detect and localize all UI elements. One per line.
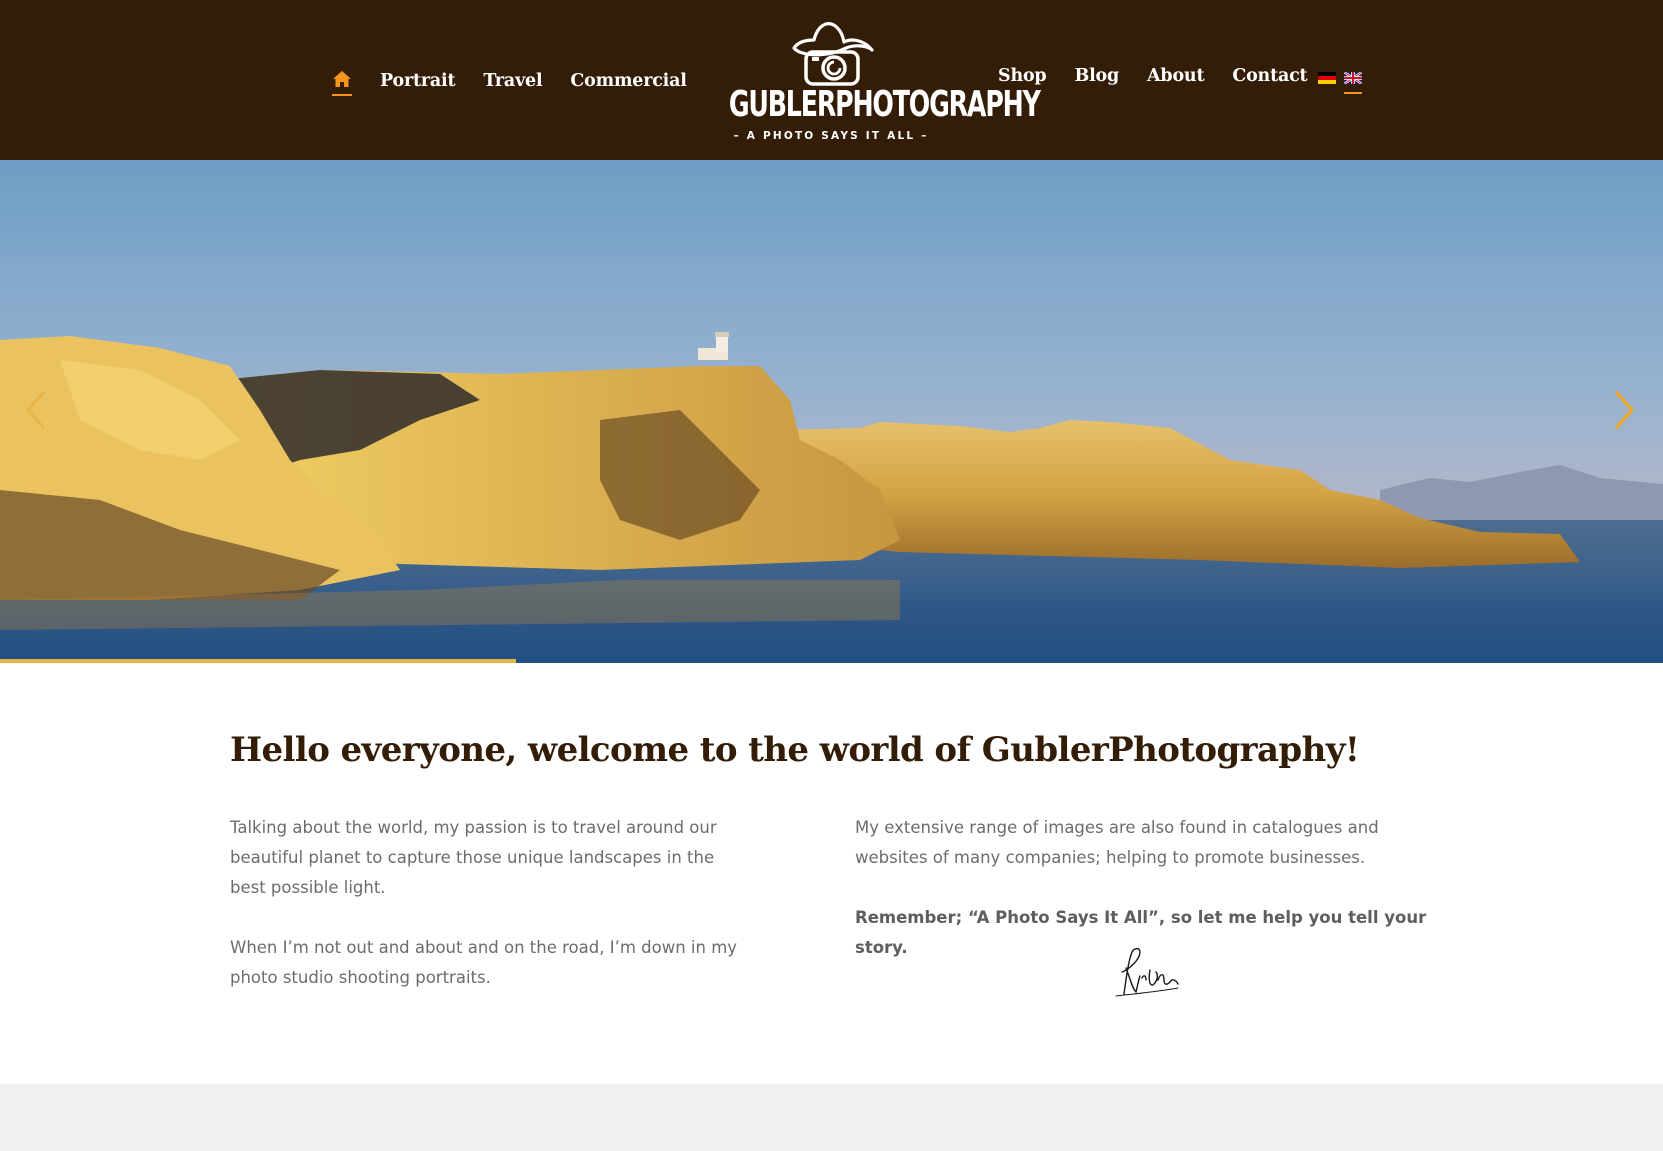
nav-item-travel[interactable]: Travel xyxy=(483,71,542,91)
slide-progress-bar xyxy=(0,659,1663,663)
next-slide-arrow-icon[interactable] xyxy=(1612,388,1636,432)
signature-image xyxy=(1115,947,1179,997)
language-switcher xyxy=(1318,72,1370,94)
welcome-headline: Hello everyone, welcome to the world of … xyxy=(230,730,1360,770)
logo-tagline: – A PHOTO SAYS IT ALL – xyxy=(733,130,929,142)
primary-nav-right: Shop Blog About Contact xyxy=(998,66,1335,86)
intro-paragraph-commercial: My extensive range of images are also fo… xyxy=(855,818,1379,867)
next-section-background xyxy=(0,1084,1663,1151)
slide-progress-fill xyxy=(0,659,516,663)
logo-wordmark: GUBLERPHOTOGRAPHY xyxy=(728,84,1041,125)
flag-uk-icon[interactable] xyxy=(1344,72,1362,94)
hero-slider xyxy=(0,160,1663,663)
intro-paragraph-studio: When I’m not out and about and on the ro… xyxy=(230,938,738,987)
previous-slide-arrow-icon[interactable] xyxy=(24,388,48,432)
site-logo[interactable]: GUBLERPHOTOGRAPHY – A PHOTO SAYS IT ALL … xyxy=(700,18,1041,144)
flag-germany-icon[interactable] xyxy=(1318,72,1336,84)
hero-image-cliffs xyxy=(0,160,1663,663)
camera-hat-logo-icon xyxy=(792,22,874,86)
intro-paragraph-travel: Talking about the world, my passion is t… xyxy=(230,818,717,897)
nav-item-commercial[interactable]: Commercial xyxy=(570,71,686,91)
primary-nav-left: Portrait Travel Commercial xyxy=(332,66,715,96)
home-link[interactable] xyxy=(332,66,352,96)
nav-item-blog[interactable]: Blog xyxy=(1074,66,1119,86)
intro-column-left: Talking about the world, my passion is t… xyxy=(230,813,750,1023)
nav-item-about[interactable]: About xyxy=(1147,66,1204,86)
nav-item-contact[interactable]: Contact xyxy=(1232,66,1307,86)
home-icon xyxy=(333,71,351,87)
active-indicator xyxy=(332,94,352,96)
nav-item-portrait[interactable]: Portrait xyxy=(380,71,456,91)
site-header: Portrait Travel Commercial GUBLERPHOTOGR… xyxy=(0,0,1663,160)
nav-item-shop[interactable]: Shop xyxy=(998,66,1047,86)
active-language-indicator xyxy=(1344,92,1362,94)
